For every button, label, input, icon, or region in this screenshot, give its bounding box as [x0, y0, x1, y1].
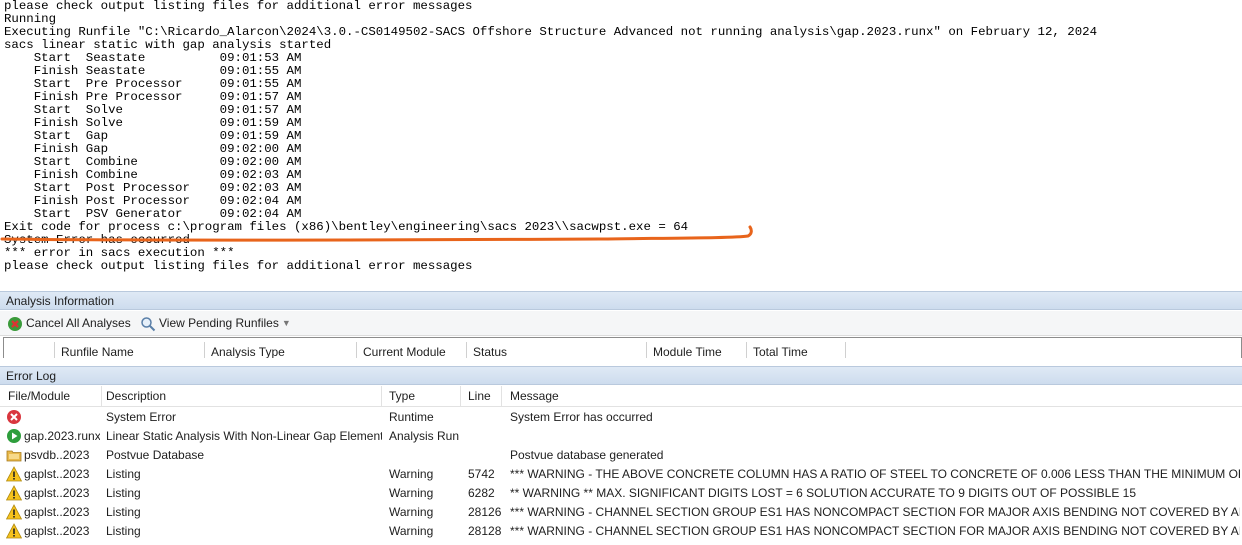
error-log-header: Error Log	[0, 366, 1242, 385]
warning-icon	[5, 485, 23, 501]
error-log-table[interactable]: File/Module Description Type Line Messag…	[0, 386, 1242, 545]
cell-line	[468, 408, 506, 427]
warning-icon	[5, 523, 23, 539]
chevron-down-icon: ▼	[281, 318, 291, 328]
cell-message: *** WARNING - CHANNEL SECTION GROUP ES1 …	[510, 524, 1240, 538]
cell-description: Listing	[106, 505, 141, 519]
cell-line	[468, 446, 506, 465]
cell-file-module: psvdb..2023	[24, 448, 90, 462]
warning-icon	[5, 466, 23, 482]
cancel-all-analyses-button[interactable]: Cancel All Analyses	[7, 314, 131, 333]
cell-description: Listing	[106, 486, 141, 500]
magnifier-icon	[141, 316, 156, 331]
cell-type: Runtime	[389, 410, 434, 424]
cell-description: Listing	[106, 524, 141, 538]
cell-file-module: gaplst..2023	[24, 486, 90, 500]
error-log-row[interactable]: gaplst..2023 Listing Warning 28126 *** WARNI…	[0, 503, 1242, 522]
analysis-grid[interactable]: Runfile Name Analysis Type Current Modul…	[3, 337, 1242, 358]
cell-type: Warning	[389, 524, 434, 538]
cancel-analyses-icon	[8, 316, 22, 331]
cell-type	[389, 446, 463, 465]
cell-message: ** WARNING ** MAX. SIGNIFICANT DIGITS LO…	[510, 486, 1137, 500]
cancel-all-analyses-label: Cancel All Analyses	[26, 316, 131, 330]
cell-line: 6282	[468, 486, 495, 500]
error-log-row[interactable]: gaplst..2023 Listing Warning 28128 *** WARNI…	[0, 522, 1242, 541]
col-description[interactable]: Description	[102, 386, 382, 407]
cell-line: 28126	[468, 505, 502, 519]
cell-message: *** WARNING - CHANNEL SECTION GROUP ES1 …	[510, 505, 1240, 519]
cell-type: Warning	[389, 467, 434, 481]
cell-message: *** WARNING - THE ABOVE CONCRETE COLUMN …	[510, 467, 1240, 481]
col-file-module[interactable]: File/Module	[4, 386, 102, 407]
col-analysis-type[interactable]: Analysis Type	[204, 342, 285, 358]
cell-description: Listing	[106, 467, 141, 481]
error-log-row[interactable]: gap.2023.runx Linear Static Analysis With…	[0, 427, 1242, 446]
console-line: please check output listing files for ad…	[4, 0, 473, 13]
col-line[interactable]: Line	[464, 386, 502, 407]
warning-icon	[5, 504, 23, 520]
console-output[interactable]: please check output listing files for ad…	[0, 0, 1242, 282]
cell-message: System Error has occurred	[510, 410, 653, 424]
cell-file-module: gaplst..2023	[24, 524, 90, 538]
database-icon	[6, 447, 22, 463]
view-pending-runfiles-label: View Pending Runfiles	[159, 316, 279, 330]
error-log-row[interactable]: System Error Runtime System Error has occu…	[0, 408, 1242, 427]
analysis-information-header: Analysis Information	[0, 291, 1242, 310]
cell-file-module: gap.2023.runx	[24, 429, 100, 443]
error-log-row[interactable]: gaplst..2023 Listing Warning 5742 *** WARNIN…	[0, 465, 1242, 484]
error-icon	[6, 409, 22, 425]
error-log-row[interactable]: gaplst..2023 Listing Warning 6282 ** WARNING…	[0, 484, 1242, 503]
col-status[interactable]: Status	[466, 342, 507, 358]
col-current-module[interactable]: Current Module	[356, 342, 446, 358]
col-message[interactable]: Message	[506, 386, 1242, 407]
cell-type: Warning	[389, 505, 434, 519]
cell-description: Postvue Database	[106, 448, 205, 462]
console-line: please check output listing files for ad…	[4, 259, 473, 273]
cell-description: System Error	[106, 410, 177, 424]
cell-description: Linear Static Analysis With Non-Linear G…	[106, 429, 382, 443]
cell-type: Warning	[389, 486, 434, 500]
col-type[interactable]: Type	[385, 386, 461, 407]
cell-line: 28128	[468, 524, 502, 538]
col-module-time[interactable]: Module Time	[646, 342, 722, 358]
error-log-header-row: File/Module Description Type Line Messag…	[0, 386, 1242, 407]
cell-file-module	[24, 408, 100, 427]
cell-message: Postvue database generated	[510, 448, 664, 462]
cell-line	[468, 427, 506, 446]
cell-line: 5742	[468, 467, 495, 481]
cell-file-module: gaplst..2023	[24, 505, 90, 519]
view-pending-runfiles-button[interactable]: View Pending Runfiles ▼	[140, 314, 291, 333]
console-lines: please check output listing files for ad…	[4, 0, 1097, 273]
col-total-time[interactable]: Total Time	[746, 342, 846, 358]
error-log-row[interactable]: psvdb..2023 Postvue Database Postvue datab…	[0, 446, 1242, 465]
cell-type: Analysis Run	[389, 429, 460, 443]
run-icon	[6, 428, 22, 444]
cell-file-module: gaplst..2023	[24, 467, 90, 481]
cell-message	[510, 427, 1240, 446]
col-runfile-name[interactable]: Runfile Name	[54, 342, 134, 358]
analysis-toolbar: Cancel All Analyses View Pending Runfile…	[0, 311, 1242, 336]
